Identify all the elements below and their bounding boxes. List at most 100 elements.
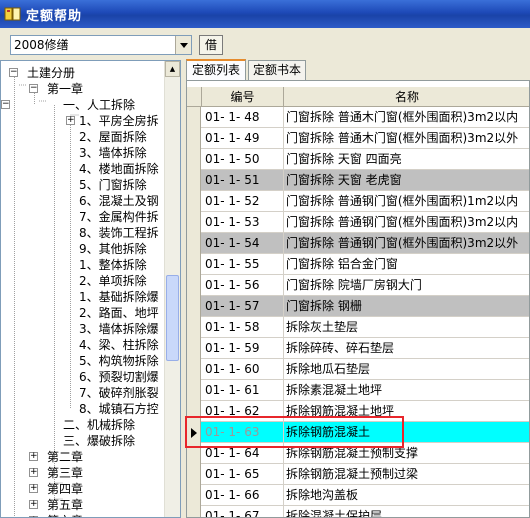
collapse-minus-icon[interactable]: − xyxy=(29,84,38,93)
table-row[interactable]: 01- 1- 52 门窗拆除 普通钢门窗(框外围面积)1m2以内 xyxy=(187,191,529,212)
row-indicator[interactable] xyxy=(187,191,201,212)
table-row[interactable]: 01- 1- 59 拆除碎砖、碎石垫层 xyxy=(187,338,529,359)
cell-code: 01- 1- 48 xyxy=(202,107,284,128)
toolbar: 2008修缮 借 xyxy=(0,28,530,60)
cell-code: 01- 1- 52 xyxy=(202,191,284,212)
cell-code: 01- 1- 54 xyxy=(202,233,284,254)
table-row[interactable]: 01- 1- 54 门窗拆除 普通钢门窗(框外围面积)3m2以外 xyxy=(187,233,529,254)
row-indicator[interactable] xyxy=(187,233,201,254)
tree-item[interactable]: 6、混凝土及钢 xyxy=(79,193,159,209)
table-row[interactable]: 01- 1- 48 门窗拆除 普通木门窗(框外围面积)3m2以内 xyxy=(187,107,529,128)
tree-item[interactable]: 8、城镇石方控 xyxy=(79,401,159,417)
expand-plus-icon[interactable]: + xyxy=(29,484,38,493)
cell-name: 拆除碎砖、碎石垫层 xyxy=(286,341,395,355)
row-indicator[interactable] xyxy=(187,296,201,317)
table-row[interactable]: 01- 1- 58 拆除灰土垫层 xyxy=(187,317,529,338)
table-row[interactable]: 01- 1- 51 门窗拆除 天窗 老虎窗 xyxy=(187,170,529,191)
tree-item[interactable]: 2、单项拆除 xyxy=(79,273,147,289)
column-header-code[interactable]: 编号 xyxy=(202,87,284,107)
tree-item[interactable]: 2、屋面拆除 xyxy=(79,129,147,145)
column-header-name[interactable]: 名称 xyxy=(284,87,529,107)
table-row[interactable]: 01- 1- 56 门窗拆除 院墙厂房钢大门 xyxy=(187,275,529,296)
tree-item[interactable]: 一、人工拆除 xyxy=(63,97,135,113)
table-row[interactable]: 01- 1- 61 拆除素混凝土地坪 xyxy=(187,380,529,401)
tree-item[interactable]: 1、平房全房拆 xyxy=(79,113,159,129)
row-indicator[interactable] xyxy=(187,506,201,517)
tree-item[interactable]: 土建分册 xyxy=(27,65,75,81)
row-indicator[interactable] xyxy=(187,380,201,401)
row-indicator[interactable] xyxy=(187,170,201,191)
row-indicator[interactable] xyxy=(187,359,201,380)
tree-item[interactable]: 二、机械拆除 xyxy=(63,417,135,433)
row-indicator[interactable] xyxy=(187,107,201,128)
tab-quota-list[interactable]: 定额列表 xyxy=(186,59,246,81)
tree-item[interactable]: 1、整体拆除 xyxy=(79,257,147,273)
expand-plus-icon[interactable]: + xyxy=(29,468,38,477)
cell-code: 01- 1- 53 xyxy=(202,212,284,233)
tree-item[interactable]: 第二章 xyxy=(47,449,83,465)
tree-item[interactable]: 3、墙体拆除 xyxy=(79,145,147,161)
tree-item[interactable]: 4、楼地面拆除 xyxy=(79,161,159,177)
row-indicator[interactable] xyxy=(187,128,201,149)
tree-scrollbar[interactable]: ▲ xyxy=(164,61,180,517)
row-indicator[interactable] xyxy=(187,485,201,506)
table-row[interactable]: 01- 1- 57 门窗拆除 钢栅 xyxy=(187,296,529,317)
tree-item[interactable]: 第四章 xyxy=(47,481,83,497)
tree-item[interactable]: 5、构筑物拆除 xyxy=(79,353,159,369)
tree-item[interactable]: 第六章 xyxy=(47,513,83,517)
tree-item[interactable]: 三、爆破拆除 xyxy=(63,433,135,449)
tree-item[interactable]: 第五章 xyxy=(47,497,83,513)
tree-item[interactable]: 6、预裂切割爆 xyxy=(79,369,159,385)
expand-plus-icon[interactable]: + xyxy=(66,116,75,125)
tree-item[interactable]: 7、破碎剂胀裂 xyxy=(79,385,159,401)
borrow-button[interactable]: 借 xyxy=(199,35,223,55)
row-indicator[interactable] xyxy=(187,338,201,359)
tree-item[interactable]: 2、路面、地坪 xyxy=(79,305,159,321)
scroll-thumb[interactable] xyxy=(166,275,179,361)
table-row[interactable]: 01- 1- 49 门窗拆除 普通木门窗(框外围面积)3m2以外 xyxy=(187,128,529,149)
tree-item[interactable]: 5、门窗拆除 xyxy=(79,177,147,193)
cell-code: 01- 1- 55 xyxy=(202,254,284,275)
cell-code: 01- 1- 58 xyxy=(202,317,284,338)
collapse-minus-icon[interactable]: − xyxy=(1,100,10,109)
cell-name: 门窗拆除 普通钢门窗(框外围面积)3m2以外 xyxy=(286,236,519,250)
tree-item[interactable]: 7、金属构件拆 xyxy=(79,209,159,225)
table-row[interactable]: 01- 1- 50 门窗拆除 天窗 四面亮 xyxy=(187,149,529,170)
tree-item[interactable]: 4、梁、柱拆除 xyxy=(79,337,159,353)
cell-name: 拆除灰土垫层 xyxy=(286,320,359,334)
table-row[interactable]: 01- 1- 67 拆除混凝土保护层 xyxy=(187,506,529,517)
tree-item[interactable]: 第三章 xyxy=(47,465,83,481)
row-indicator[interactable] xyxy=(187,464,201,485)
cell-name: 门窗拆除 普通木门窗(框外围面积)3m2以内 xyxy=(286,110,519,124)
table-row[interactable]: 01- 1- 65 拆除钢筋混凝土预制过梁 xyxy=(187,464,529,485)
cell-name: 门窗拆除 天窗 老虎窗 xyxy=(286,173,402,187)
chevron-down-icon[interactable] xyxy=(175,36,191,54)
row-indicator[interactable] xyxy=(187,275,201,296)
version-select[interactable]: 2008修缮 xyxy=(10,35,192,55)
tree-item[interactable]: 1、基础拆除爆 xyxy=(79,289,159,305)
tree-item[interactable]: 9、其他拆除 xyxy=(79,241,147,257)
row-indicator[interactable] xyxy=(187,317,201,338)
table-row[interactable]: 01- 1- 53 门窗拆除 普通钢门窗(框外围面积)3m2以内 xyxy=(187,212,529,233)
expand-plus-icon[interactable]: + xyxy=(29,452,38,461)
expand-plus-icon[interactable]: + xyxy=(29,500,38,509)
table-row[interactable]: 01- 1- 55 门窗拆除 铝合金门窗 xyxy=(187,254,529,275)
chapter-tree[interactable]: − 土建分册 − 第一章 − 一、人工拆除 +1、平房全房拆 2、屋面拆除 3、墙体拆除 4、楼地… xyxy=(0,60,181,518)
scroll-up-arrow-icon[interactable]: ▲ xyxy=(165,61,180,77)
row-indicator[interactable] xyxy=(187,149,201,170)
cell-name: 门窗拆除 钢栅 xyxy=(286,299,362,313)
cell-name: 门窗拆除 天窗 四面亮 xyxy=(286,152,402,166)
collapse-minus-icon[interactable]: − xyxy=(9,68,18,77)
cell-code: 01- 1- 56 xyxy=(202,275,284,296)
row-indicator[interactable] xyxy=(187,212,201,233)
row-indicator[interactable] xyxy=(187,254,201,275)
tree-item[interactable]: 3、墙体拆除爆 xyxy=(79,321,159,337)
grid-header: 编号 名称 xyxy=(187,87,529,107)
tree-item[interactable]: 8、装饰工程拆 xyxy=(79,225,159,241)
table-row[interactable]: 01- 1- 60 拆除地瓜石垫层 xyxy=(187,359,529,380)
cell-code: 01- 1- 49 xyxy=(202,128,284,149)
tree-item[interactable]: 第一章 xyxy=(47,81,83,97)
tab-quota-book[interactable]: 定额书本 xyxy=(248,60,306,80)
table-row[interactable]: 01- 1- 66 拆除地沟盖板 xyxy=(187,485,529,506)
quota-grid[interactable]: 编号 名称 01- 1- 48 门窗拆除 普通木门窗(框外围面积)3m2以内 01-… xyxy=(186,80,530,518)
